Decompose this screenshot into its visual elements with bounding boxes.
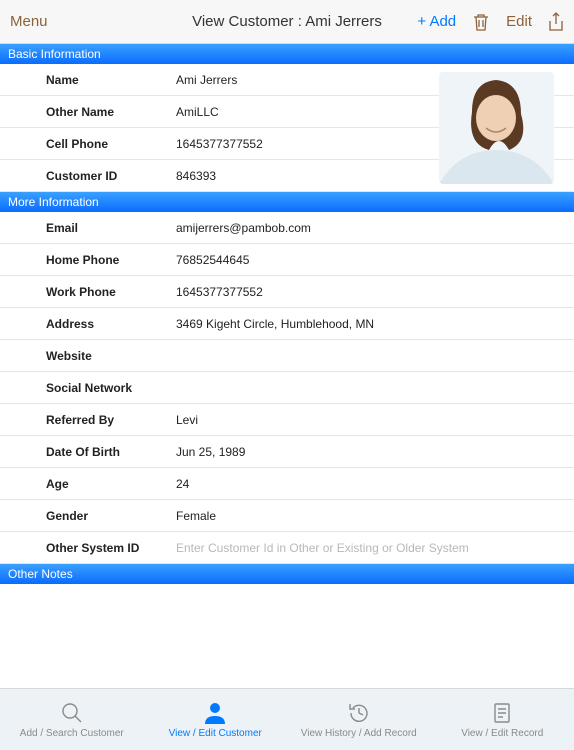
value-referred: Levi [176, 413, 198, 427]
tab-view-edit-customer[interactable]: View / Edit Customer [144, 689, 288, 750]
label-referred: Referred By [46, 413, 176, 427]
row-address: Address 3469 Kigeht Circle, Humblehood, … [0, 308, 574, 340]
row-website: Website [0, 340, 574, 372]
label-home-phone: Home Phone [46, 253, 176, 267]
trash-icon[interactable] [472, 12, 490, 32]
tab-label: View / Edit Customer [169, 728, 262, 739]
value-work-phone: 1645377377552 [176, 285, 263, 299]
label-address: Address [46, 317, 176, 331]
section-notes [0, 584, 574, 698]
label-website: Website [46, 349, 176, 363]
label-cell-phone: Cell Phone [46, 137, 176, 151]
document-icon [489, 700, 515, 726]
row-social: Social Network [0, 372, 574, 404]
section-header-notes: Other Notes [0, 564, 574, 584]
value-other-name: AmiLLC [176, 105, 219, 119]
share-icon[interactable] [548, 12, 564, 32]
label-other-system-id: Other System ID [46, 541, 176, 555]
edit-button[interactable]: Edit [506, 13, 532, 30]
add-button[interactable]: + Add [417, 13, 456, 30]
tab-add-search-customer[interactable]: Add / Search Customer [0, 689, 144, 750]
section-header-more: More Information [0, 192, 574, 212]
tab-view-edit-record[interactable]: View / Edit Record [431, 689, 574, 750]
value-address: 3469 Kigeht Circle, Humblehood, MN [176, 317, 374, 331]
placeholder-other-system-id: Enter Customer Id in Other or Existing o… [176, 541, 469, 555]
value-cell-phone: 1645377377552 [176, 137, 263, 151]
row-age: Age 24 [0, 468, 574, 500]
row-other-system-id: Other System ID Enter Customer Id in Oth… [0, 532, 574, 564]
label-customer-id: Customer ID [46, 169, 176, 183]
value-gender: Female [176, 509, 216, 523]
customer-avatar [439, 72, 554, 184]
tab-label: View / Edit Record [461, 728, 543, 739]
label-dob: Date Of Birth [46, 445, 176, 459]
row-work-phone: Work Phone 1645377377552 [0, 276, 574, 308]
label-social: Social Network [46, 381, 176, 395]
value-name: Ami Jerrers [176, 73, 237, 87]
row-gender: Gender Female [0, 500, 574, 532]
search-icon [59, 700, 85, 726]
tab-bar: Add / Search Customer View / Edit Custom… [0, 688, 574, 750]
row-email: Email amijerrers@pambob.com [0, 212, 574, 244]
value-age: 24 [176, 477, 189, 491]
tab-label: View History / Add Record [301, 728, 417, 739]
value-home-phone: 76852544645 [176, 253, 249, 267]
row-dob: Date Of Birth Jun 25, 1989 [0, 436, 574, 468]
menu-button[interactable]: Menu [10, 13, 48, 30]
label-gender: Gender [46, 509, 176, 523]
navbar: Menu View Customer : Ami Jerrers + Add E… [0, 0, 574, 44]
section-basic: Name Ami Jerrers Other Name AmiLLC Cell … [0, 64, 574, 192]
section-more: Email amijerrers@pambob.com Home Phone 7… [0, 212, 574, 564]
label-other-name: Other Name [46, 105, 176, 119]
history-icon [346, 700, 372, 726]
label-name: Name [46, 73, 176, 87]
person-icon [202, 700, 228, 726]
label-work-phone: Work Phone [46, 285, 176, 299]
value-customer-id: 846393 [176, 169, 216, 183]
value-dob: Jun 25, 1989 [176, 445, 245, 459]
label-email: Email [46, 221, 176, 235]
section-header-basic: Basic Information [0, 44, 574, 64]
tab-view-history[interactable]: View History / Add Record [287, 689, 431, 750]
row-referred: Referred By Levi [0, 404, 574, 436]
tab-label: Add / Search Customer [20, 728, 124, 739]
label-age: Age [46, 477, 176, 491]
value-email: amijerrers@pambob.com [176, 221, 311, 235]
row-home-phone: Home Phone 76852544645 [0, 244, 574, 276]
